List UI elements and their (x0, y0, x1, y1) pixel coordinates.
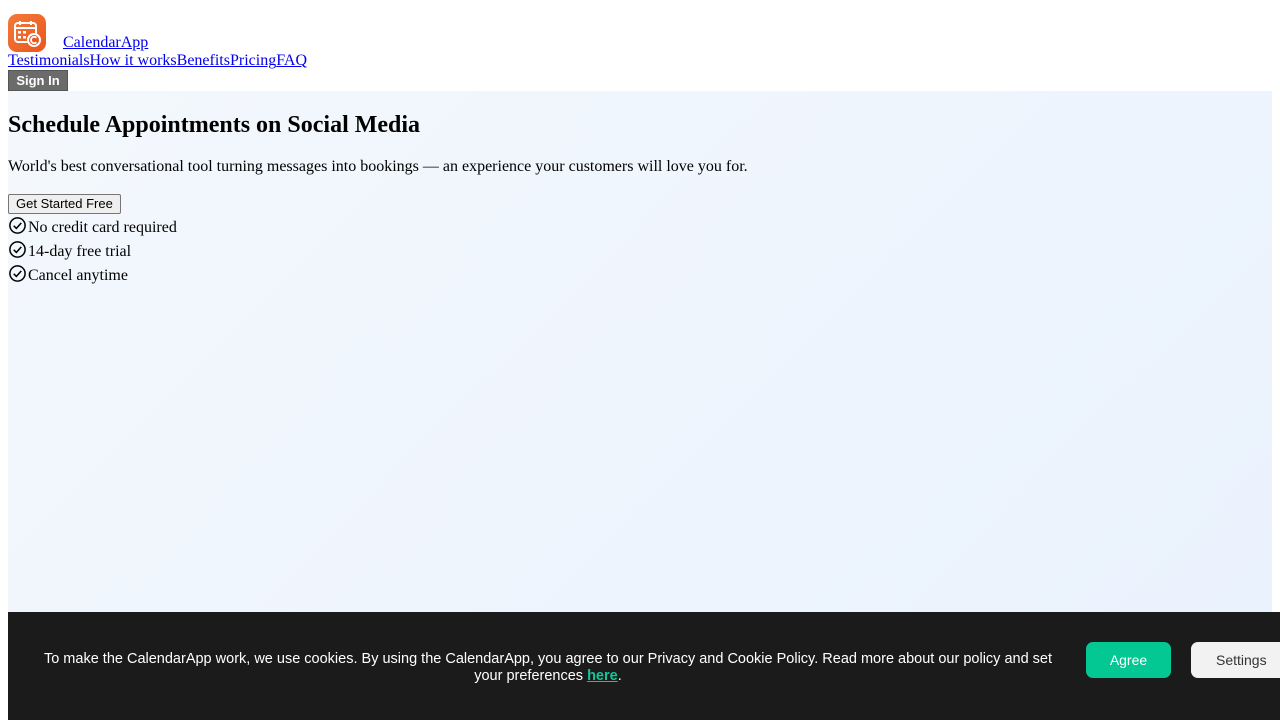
agree-button[interactable]: Agree (1086, 642, 1171, 678)
benefit-label: No credit card required (28, 219, 177, 236)
list-item: 14-day free trial (8, 240, 177, 264)
check-circle-icon (9, 216, 26, 234)
brand-link[interactable]: CalendarApp (63, 34, 148, 52)
check-circle-icon (9, 264, 26, 282)
check-circle-icon (9, 240, 26, 258)
cookie-message: To make the CalendarApp work, we use coo… (43, 651, 1053, 684)
cookie-text: To make the CalendarApp work, we use coo… (36, 651, 1060, 685)
hero-section: Schedule Appointments on Social Media Wo… (8, 91, 1272, 631)
nav-link-how-it-works[interactable]: How it works (90, 52, 177, 70)
nav-link-faq[interactable]: FAQ (276, 52, 307, 70)
page: CalendarApp Testimonials How it works Be… (8, 8, 1272, 631)
nav-link-testimonials[interactable]: Testimonials (8, 52, 90, 70)
sign-in-button[interactable]: Sign In (8, 70, 68, 91)
cookie-preferences-link[interactable]: here (587, 668, 618, 684)
nav-link-pricing[interactable]: Pricing (230, 52, 276, 70)
cookie-banner: To make the CalendarApp work, we use coo… (8, 612, 1280, 720)
brand-row: CalendarApp (8, 8, 1272, 52)
list-item: No credit card required (8, 216, 177, 240)
benefit-label: 14-day free trial (28, 243, 132, 260)
cookie-message-end: . (617, 668, 622, 684)
nav-link-benefits[interactable]: Benefits (177, 52, 230, 70)
list-item: Cancel anytime (8, 264, 177, 288)
main-nav: Testimonials How it works Benefits Prici… (8, 52, 1272, 70)
cookie-settings-button[interactable]: Settings (1191, 642, 1280, 678)
hero-title: Schedule Appointments on Social Media (8, 112, 421, 138)
hero-subtitle: World's best conversational tool turning… (8, 158, 748, 175)
calendar-app-logo-icon[interactable] (8, 14, 46, 52)
benefits-list: No credit card required 14-day free tria… (8, 216, 177, 288)
site-header: CalendarApp Testimonials How it works Be… (8, 8, 1272, 91)
get-started-button[interactable]: Get Started Free (8, 194, 121, 214)
benefit-label: Cancel anytime (28, 267, 128, 284)
